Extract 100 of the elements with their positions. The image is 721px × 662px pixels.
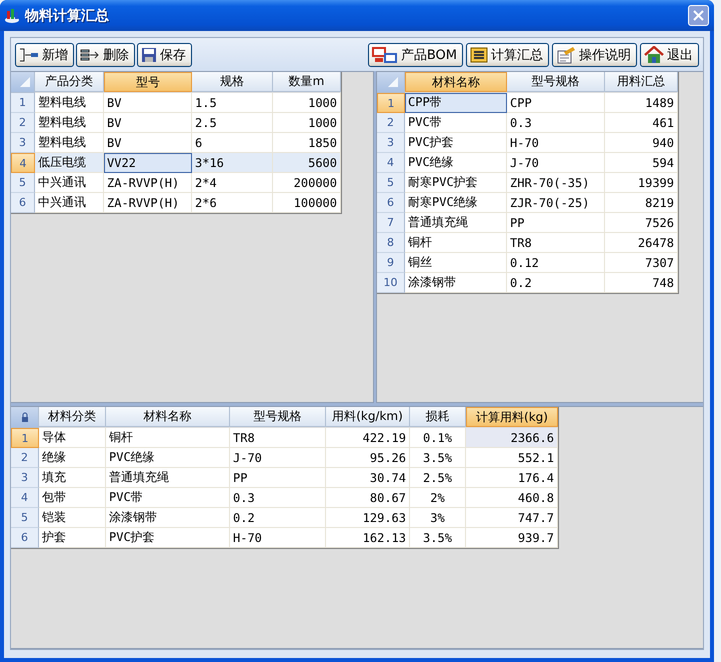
table-cell: 填充: [39, 468, 106, 488]
toolbar-button[interactable]: 产品BOM: [368, 42, 463, 66]
table-cell: 绝缘: [39, 448, 106, 468]
table-cell: 940: [605, 133, 678, 153]
row-number[interactable]: 1: [377, 93, 405, 113]
table-cell: 涂漆钢带: [106, 508, 230, 528]
row-number[interactable]: 1: [11, 93, 35, 113]
row-number[interactable]: 10: [377, 273, 405, 293]
table-cell: 3.5%: [410, 448, 466, 468]
table-cell: BV: [104, 93, 192, 113]
window-title: 物料计算汇总: [25, 6, 110, 24]
row-number[interactable]: 4: [11, 488, 39, 508]
table-cell: PVC带: [405, 113, 507, 133]
table-cell: 2*6: [192, 193, 273, 213]
table-cell: 3*16: [192, 153, 273, 173]
table-cell: 594: [605, 153, 678, 173]
row-number[interactable]: 4: [377, 153, 405, 173]
column-header[interactable]: 计算用料(kg): [466, 407, 558, 427]
table-cell: 5600: [273, 153, 341, 173]
table-cell: 1850: [273, 133, 341, 153]
close-icon: [692, 9, 705, 22]
row-number[interactable]: 5: [377, 173, 405, 193]
table-cell: 塑料电线: [35, 133, 104, 153]
table-cell: PP: [230, 468, 326, 488]
table-cell: 铠装: [39, 508, 106, 528]
table-cell: PVC带: [106, 488, 230, 508]
column-header[interactable]: 用料汇总: [605, 72, 678, 92]
column-header[interactable]: 材料名称: [106, 407, 230, 427]
table-cell: 100000: [273, 193, 341, 213]
column-header[interactable]: 材料分类: [39, 407, 106, 427]
row-number[interactable]: 6: [377, 193, 405, 213]
table-cell: 7526: [605, 213, 678, 233]
table-cell: H-70: [507, 133, 605, 153]
row-number[interactable]: 6: [11, 528, 39, 548]
column-header[interactable]: 数量m: [273, 72, 341, 92]
row-number[interactable]: 3: [11, 468, 39, 488]
table-cell: ZA-RVVP(H): [104, 173, 192, 193]
column-header[interactable]: 型号规格: [507, 72, 605, 92]
table-cell: 2.5: [192, 113, 273, 133]
row-number[interactable]: 6: [11, 193, 35, 213]
table-cell: 460.8: [466, 488, 558, 508]
table-cell: ZHR-70(-35): [507, 173, 605, 193]
table-cell: 0.3: [507, 113, 605, 133]
row-number[interactable]: 1: [11, 428, 39, 448]
table-cell: 95.26: [326, 448, 410, 468]
column-header[interactable]: 损耗: [410, 407, 466, 427]
row-number[interactable]: 2: [11, 113, 35, 133]
table-cell: 30.74: [326, 468, 410, 488]
table-cell: 中兴通讯: [35, 173, 104, 193]
table-cell: 162.13: [326, 528, 410, 548]
toolbar-button[interactable]: 删除: [76, 42, 135, 66]
calculator-icon: [470, 46, 488, 62]
table-cell: 低压电缆: [35, 153, 104, 173]
row-number[interactable]: 2: [11, 448, 39, 468]
table-cell: 铜杆: [106, 428, 230, 448]
row-number[interactable]: 3: [377, 133, 405, 153]
table-cell: 26478: [605, 233, 678, 253]
toolbar-button[interactable]: 计算汇总: [466, 42, 549, 66]
column-header[interactable]: 规格: [192, 72, 273, 92]
table-cell: CPP: [507, 93, 605, 113]
table-cell: PVC绝缘: [405, 153, 507, 173]
table-cell: J-70: [507, 153, 605, 173]
indent-icon: [19, 46, 39, 62]
table-cell: 0.2: [230, 508, 326, 528]
row-number[interactable]: 3: [11, 133, 35, 153]
column-header[interactable]: 产品分类: [35, 72, 104, 92]
row-number[interactable]: 5: [11, 508, 39, 528]
toolbar-button[interactable]: 操作说明: [552, 42, 637, 66]
column-header[interactable]: 型号规格: [230, 407, 326, 427]
table-cell: 19399: [605, 173, 678, 193]
table-cell: PVC护套: [405, 133, 507, 153]
table-cell: 涂漆钢带: [405, 273, 507, 293]
close-button[interactable]: [688, 5, 709, 26]
table-cell: 导体: [39, 428, 106, 448]
table-cell: 1000: [273, 113, 341, 133]
table-cell: 129.63: [326, 508, 410, 528]
row-number[interactable]: 4: [11, 153, 35, 173]
column-header[interactable]: 型号: [104, 72, 192, 92]
toolbar-button[interactable]: 新增: [15, 42, 74, 66]
app-logo-icon: [4, 8, 20, 24]
table-cell: 422.19: [326, 428, 410, 448]
row-number[interactable]: 5: [11, 173, 35, 193]
table-cell: 2%: [410, 488, 466, 508]
toolbar-button[interactable]: 保存: [137, 42, 192, 66]
table-cell: 461: [605, 113, 678, 133]
table-cell: 中兴通讯: [35, 193, 104, 213]
row-number[interactable]: 9: [377, 253, 405, 273]
table-cell: 939.7: [466, 528, 558, 548]
table-cell: 普通填充绳: [106, 468, 230, 488]
table-cell: 塑料电线: [35, 93, 104, 113]
row-number[interactable]: 2: [377, 113, 405, 133]
row-number[interactable]: 7: [377, 213, 405, 233]
table-cell: BV: [104, 113, 192, 133]
table-cell: TR8: [230, 428, 326, 448]
column-header[interactable]: 材料名称: [405, 72, 507, 92]
toolbar-button[interactable]: 退出: [640, 42, 699, 66]
table-cell: 6: [192, 133, 273, 153]
column-header[interactable]: 用料(kg/km): [326, 407, 410, 427]
table-cell: 2*4: [192, 173, 273, 193]
row-number[interactable]: 8: [377, 233, 405, 253]
